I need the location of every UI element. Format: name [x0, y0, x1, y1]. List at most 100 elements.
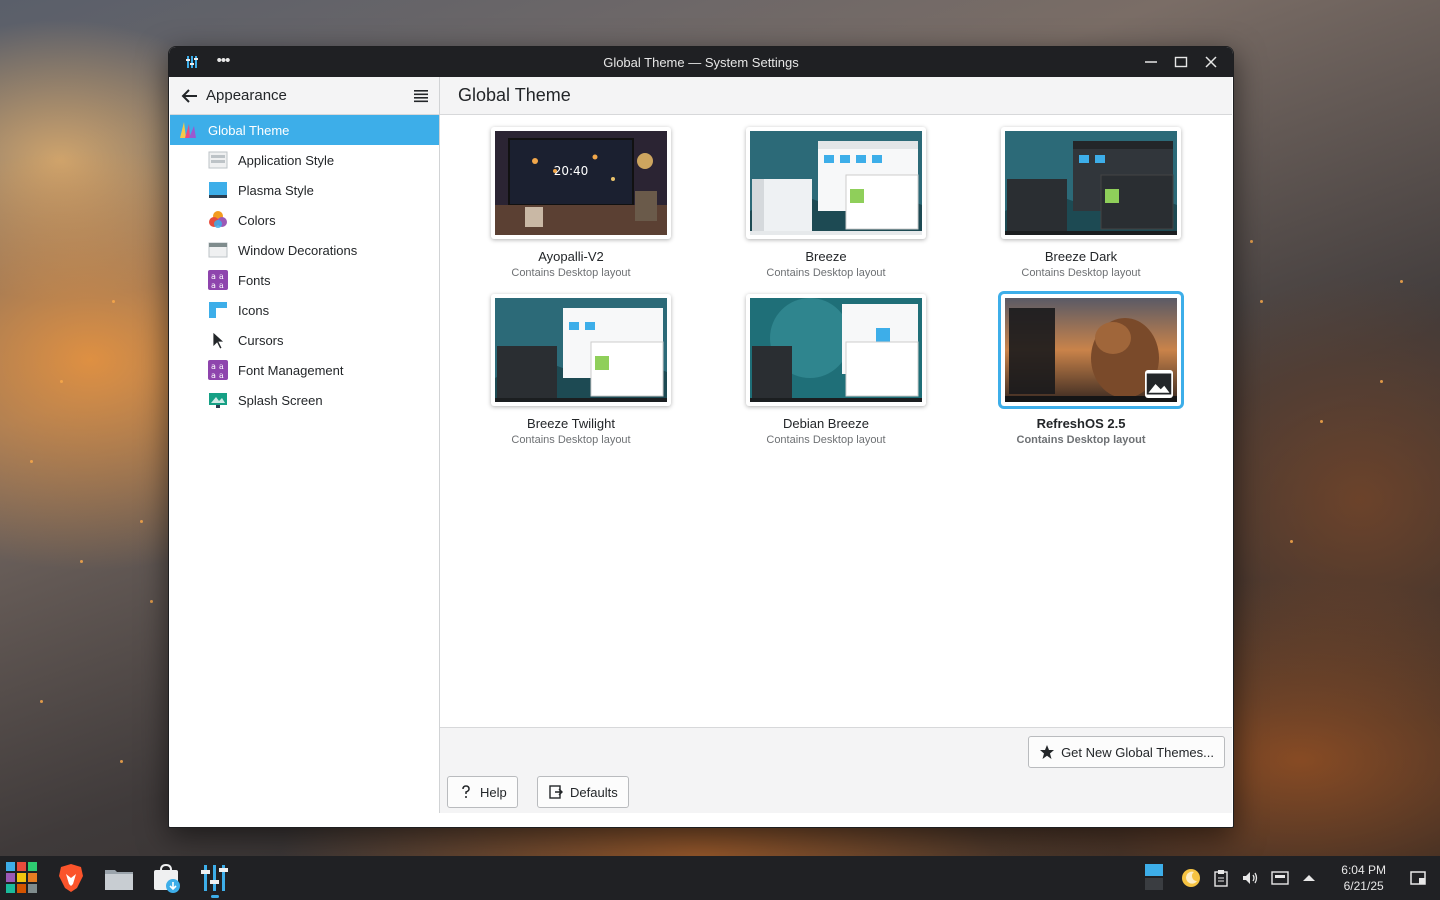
network-icon[interactable] — [1271, 869, 1289, 887]
sidebar: Appearance Global Theme Application Styl… — [170, 77, 440, 813]
help-button[interactable]: Help — [447, 776, 518, 808]
clock-date: 6/21/25 — [1343, 879, 1384, 893]
sidebar-item-label: Application Style — [238, 152, 335, 168]
clipboard-icon[interactable] — [1212, 869, 1230, 887]
svg-text:a: a — [211, 362, 216, 371]
splash-screen-icon — [209, 393, 227, 408]
discover-store-icon[interactable] — [151, 862, 183, 894]
theme-preview[interactable] — [1001, 294, 1181, 406]
theme-tile-debian-breeze[interactable]: Debian Breeze Contains Desktop layout — [716, 282, 936, 446]
sidebar-item-label: Window Decorations — [238, 242, 358, 258]
sidebar-item-label: Plasma Style — [238, 182, 314, 198]
sidebar-header: Appearance — [170, 77, 439, 115]
taskbar: 6:04 PM 6/21/25 — [0, 856, 1440, 900]
theme-preview-image — [750, 131, 922, 235]
theme-tile-breeze-twilight[interactable]: Breeze Twilight Contains Desktop layout — [461, 282, 681, 446]
theme-preview[interactable] — [1001, 127, 1181, 239]
theme-subtitle: Contains Desktop layout — [766, 434, 886, 446]
brave-browser-icon[interactable] — [55, 862, 87, 894]
svg-text:a: a — [211, 272, 216, 281]
sidebar-item-application-style[interactable]: Application Style — [170, 145, 439, 175]
volume-icon[interactable] — [1241, 869, 1259, 887]
clock[interactable]: 6:04 PM 6/21/25 — [1341, 862, 1386, 894]
defaults-label: Defaults — [570, 784, 618, 800]
sidebar-item-label: Splash Screen — [238, 392, 323, 408]
help-icon — [462, 785, 470, 798]
close-icon[interactable] — [1201, 52, 1221, 72]
theme-preview[interactable]: 20:40 — [491, 127, 671, 239]
sidebar-item-label: Colors — [238, 212, 276, 228]
icons-icon — [209, 302, 227, 318]
file-manager-icon[interactable] — [103, 862, 135, 894]
theme-tile-breeze[interactable]: Breeze Contains Desktop layout — [716, 115, 936, 279]
theme-preview[interactable] — [746, 294, 926, 406]
sidebar-item-icons[interactable]: Icons — [170, 295, 439, 325]
svg-text:a: a — [211, 371, 216, 380]
footer: Get New Global Themes... Help Defaults — [440, 727, 1232, 813]
hamburger-menu-icon[interactable] — [413, 88, 429, 104]
sidebar-item-colors[interactable]: Colors — [170, 205, 439, 235]
page-title: Global Theme — [458, 85, 571, 105]
theme-preview-image — [750, 298, 922, 402]
back-arrow-icon[interactable] — [180, 86, 200, 106]
theme-preview-clock: 20:40 — [554, 164, 589, 178]
night-light-icon[interactable] — [1181, 868, 1201, 888]
maximize-icon[interactable] — [1171, 52, 1191, 72]
virtual-desktop-pager-icon[interactable] — [1144, 863, 1164, 891]
defaults-icon — [549, 785, 563, 799]
sidebar-header-label: Appearance — [206, 87, 287, 104]
get-new-themes-label: Get New Global Themes... — [1061, 744, 1214, 760]
plasma-style-icon — [209, 182, 227, 198]
image-badge-icon[interactable] — [1145, 370, 1173, 398]
system-settings-taskbar-icon[interactable] — [199, 862, 231, 894]
theme-tile-refreshos[interactable]: RefreshOS 2.5 Contains Desktop layout — [971, 282, 1191, 446]
theme-subtitle: Contains Desktop layout — [1021, 267, 1141, 279]
theme-name: Ayopalli-V2 — [538, 249, 604, 264]
minimize-icon[interactable] — [1141, 52, 1161, 72]
svg-text:a: a — [219, 281, 224, 290]
application-launcher-icon[interactable] — [6, 862, 38, 894]
sidebar-item-label: Icons — [238, 302, 270, 318]
sidebar-item-fonts[interactable]: a a a a Fonts — [170, 265, 439, 295]
main-panel: Global Theme 20:40 Ayopalli-V2 Contains … — [440, 77, 1232, 813]
help-label: Help — [480, 784, 507, 800]
theme-preview-image — [495, 298, 667, 402]
application-style-icon — [208, 151, 228, 169]
global-theme-icon — [180, 122, 196, 138]
theme-name: Breeze — [805, 249, 847, 264]
titlebar[interactable]: ••• Global Theme — System Settings — [169, 47, 1233, 77]
window-decorations-icon — [208, 242, 228, 258]
sidebar-item-global-theme[interactable]: Global Theme — [170, 115, 439, 145]
star-icon — [1040, 745, 1055, 759]
font-management-icon: a a a a — [208, 360, 228, 380]
sidebar-item-font-management[interactable]: a a a a Font Management — [170, 355, 439, 385]
svg-text:a: a — [219, 362, 224, 371]
tray-expand-icon[interactable] — [1300, 869, 1318, 887]
fonts-icon: a a a a — [208, 270, 228, 290]
svg-text:a: a — [211, 281, 216, 290]
sidebar-item-window-decorations[interactable]: Window Decorations — [170, 235, 439, 265]
sidebar-item-plasma-style[interactable]: Plasma Style — [170, 175, 439, 205]
sidebar-item-splash-screen[interactable]: Splash Screen — [170, 385, 439, 415]
theme-preview[interactable] — [746, 127, 926, 239]
theme-name: Breeze Twilight — [527, 416, 615, 431]
sidebar-item-cursors[interactable]: Cursors — [170, 325, 439, 355]
theme-name: Debian Breeze — [783, 416, 869, 431]
get-new-themes-button[interactable]: Get New Global Themes... — [1028, 736, 1225, 768]
sidebar-item-label: Font Management — [238, 362, 344, 378]
clock-time: 6:04 PM — [1341, 863, 1386, 877]
theme-tile-ayopalli[interactable]: 20:40 Ayopalli-V2 Contains Desktop layou… — [461, 115, 681, 279]
theme-name: Breeze Dark — [1044, 249, 1118, 264]
sidebar-item-label: Cursors — [238, 332, 284, 348]
defaults-button[interactable]: Defaults — [537, 776, 629, 808]
sidebar-item-label: Global Theme — [208, 122, 290, 138]
system-settings-window: ••• Global Theme — System Settings Appea… — [168, 46, 1234, 828]
theme-preview-image: 20:40 — [495, 131, 667, 235]
theme-name: RefreshOS 2.5 — [1036, 416, 1126, 431]
sidebar-item-label: Fonts — [238, 272, 271, 288]
theme-preview[interactable] — [491, 294, 671, 406]
colors-icon — [209, 211, 227, 228]
theme-tile-breeze-dark[interactable]: Breeze Dark Contains Desktop layout — [971, 115, 1191, 279]
main-header: Global Theme — [440, 77, 1232, 115]
show-desktop-icon[interactable] — [1409, 869, 1427, 887]
